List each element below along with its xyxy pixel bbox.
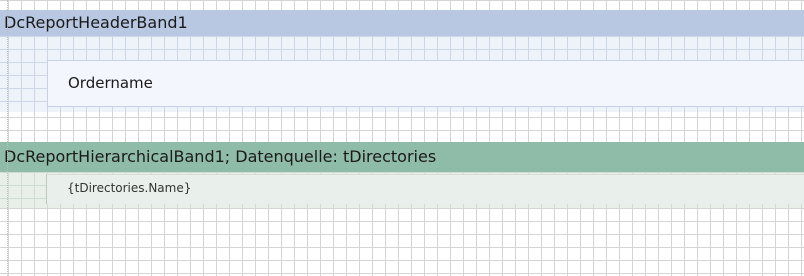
- ordername-text-field[interactable]: Ordername: [47, 60, 804, 107]
- report-designer-surface[interactable]: DcReportHeaderBand1 Ordername DcReportHi…: [0, 0, 804, 276]
- hierarchical-band-title[interactable]: DcReportHierarchicalBand1; Datenquelle: …: [0, 142, 804, 172]
- left-margin-guide: [0, 0, 8, 276]
- header-band-title[interactable]: DcReportHeaderBand1: [0, 10, 804, 36]
- directory-name-field[interactable]: {tDirectories.Name}: [46, 174, 804, 204]
